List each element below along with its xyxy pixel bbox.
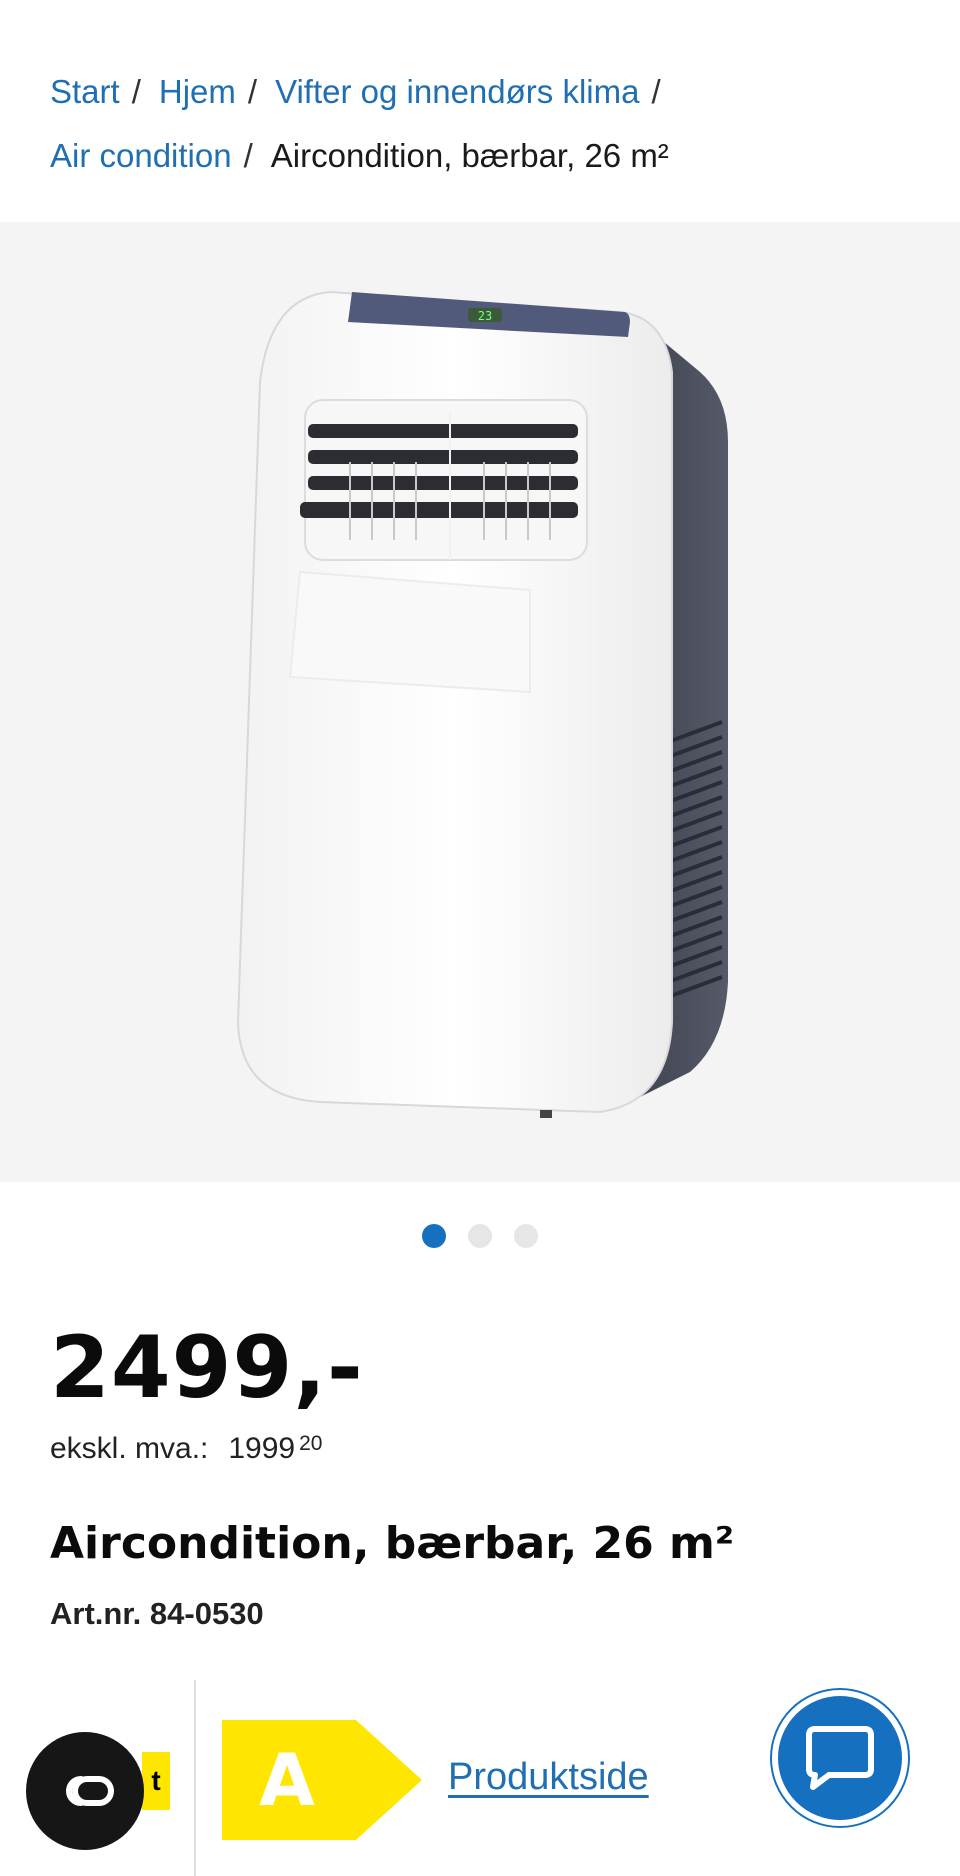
product-sheet-link[interactable]: Produktside <box>448 1756 649 1799</box>
breadcrumb-link-vifter[interactable]: Vifter og innendørs klima <box>275 60 639 124</box>
energy-class: A <box>259 1738 315 1822</box>
article-number: Art.nr. 84-0530 <box>50 1596 264 1631</box>
product-image: 23 <box>236 290 728 1118</box>
energy-label-badge[interactable]: A <box>222 1720 422 1840</box>
breadcrumb-row-2: Air condition / Aircondition, bærbar, 26… <box>50 124 910 188</box>
product-price: 2499,- <box>50 1318 364 1418</box>
product-image-gallery[interactable]: 23 <box>0 222 960 1182</box>
divider <box>194 1680 196 1876</box>
breadcrumb-current: Aircondition, bærbar, 26 m² <box>270 137 669 174</box>
product-title: Aircondition, bærbar, 26 m² <box>50 1518 735 1569</box>
gallery-dot-1[interactable] <box>422 1224 446 1248</box>
excl-vat-label: ekskl. mva.: <box>50 1432 209 1465</box>
gallery-dot-2[interactable] <box>468 1224 492 1248</box>
chat-bubble-icon <box>806 1726 874 1790</box>
breadcrumb-separator: / <box>651 73 661 110</box>
breadcrumb: Start / Hjem / Vifter og innendørs klima… <box>50 60 910 188</box>
display-readout: 23 <box>478 309 492 323</box>
breadcrumb-link-hjem[interactable]: Hjem <box>159 60 236 124</box>
breadcrumb-separator: / <box>243 137 253 174</box>
breadcrumb-separator: / <box>131 73 141 110</box>
chat-button[interactable] <box>772 1690 908 1826</box>
gallery-dot-3[interactable] <box>514 1224 538 1248</box>
breadcrumb-separator: / <box>247 73 258 110</box>
price-excl-vat: ekskl. mva.: 1999 20 <box>50 1432 322 1466</box>
co-button[interactable] <box>26 1732 144 1850</box>
excl-vat-whole: 1999 <box>228 1432 296 1465</box>
product-page: Start / Hjem / Vifter og innendørs klima… <box>0 0 960 1876</box>
breadcrumb-link-start[interactable]: Start <box>50 60 120 124</box>
breadcrumb-link-air-condition[interactable]: Air condition <box>50 124 232 188</box>
excl-vat-cents: 20 <box>299 1432 323 1455</box>
partial-badge[interactable]: t <box>142 1752 170 1810</box>
co-logo-icon <box>66 1776 114 1806</box>
breadcrumb-row-1: Start / Hjem / Vifter og innendørs klima… <box>50 60 910 124</box>
gallery-pagination <box>0 1224 960 1248</box>
